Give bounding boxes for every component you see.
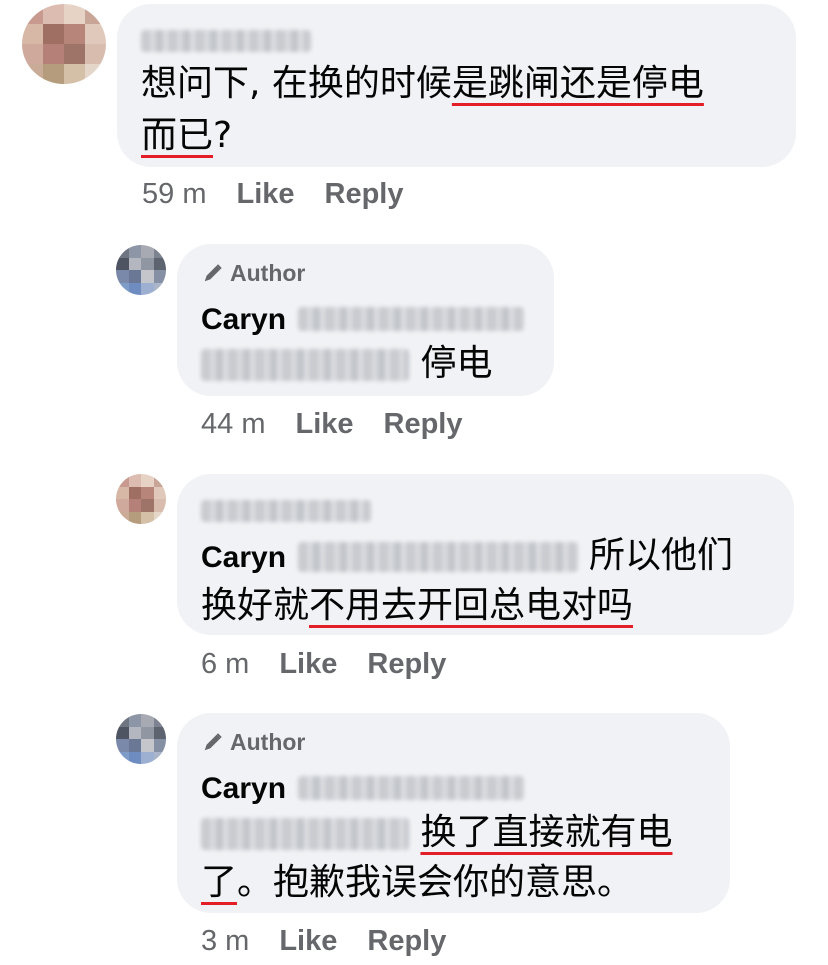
- commenter-name[interactable]: Caryn: [201, 296, 524, 342]
- comment-meta: 3 m Like Reply: [201, 925, 446, 958]
- highlighted-text: 了: [201, 862, 238, 903]
- commenter-name-redacted[interactable]: [141, 30, 311, 52]
- highlighted-text: 而已: [141, 115, 214, 156]
- like-button[interactable]: Like: [295, 408, 353, 440]
- name-redacted: [297, 307, 524, 331]
- comment-text: 停电: [201, 342, 492, 386]
- author-badge: Author: [202, 260, 305, 287]
- mention-name: Caryn: [201, 541, 287, 574]
- pencil-icon: [204, 264, 222, 282]
- commenter-name-redacted[interactable]: [201, 500, 371, 522]
- avatar[interactable]: [116, 245, 166, 295]
- like-button[interactable]: Like: [279, 925, 337, 957]
- avatar[interactable]: [22, 4, 106, 84]
- reply-button[interactable]: Reply: [384, 408, 463, 440]
- reply-button[interactable]: Reply: [325, 178, 404, 210]
- comment-time[interactable]: 44 m: [201, 408, 265, 440]
- name-redacted: [297, 776, 524, 800]
- mention-redacted: [297, 542, 578, 572]
- mention-redacted[interactable]: [201, 349, 409, 381]
- highlighted-text: 换了直接就有电: [420, 812, 673, 853]
- comment-text: Caryn 所以他们: [201, 535, 733, 576]
- comment-time[interactable]: 3 m: [201, 925, 249, 957]
- comment-meta: 59 m Like Reply: [142, 178, 404, 211]
- comment-bubble: Author Caryn 换了直接就有电 了。抱歉我误会你的意思。: [177, 713, 730, 913]
- author-badge: Author: [202, 729, 305, 756]
- highlighted-text: 是跳闸还是停电: [451, 63, 704, 104]
- comment-bubble: Author Caryn 停电: [177, 244, 554, 396]
- comment-time[interactable]: 59 m: [142, 178, 206, 210]
- like-button[interactable]: Like: [279, 648, 337, 680]
- mention-redacted[interactable]: [201, 818, 409, 850]
- avatar[interactable]: [116, 714, 166, 764]
- comment-time[interactable]: 6 m: [201, 648, 249, 680]
- comment-text: 而已?: [141, 115, 233, 156]
- comment-text: 想问下, 在换的时候是跳闸还是停电: [141, 63, 704, 104]
- comment-meta: 6 m Like Reply: [201, 648, 446, 681]
- comment-bubble: Caryn 所以他们 换好就不用去开回总电对吗: [177, 474, 794, 635]
- comment-meta: 44 m Like Reply: [201, 408, 463, 441]
- comment-bubble: 想问下, 在换的时候是跳闸还是停电 而已?: [117, 4, 796, 167]
- like-button[interactable]: Like: [236, 178, 294, 210]
- comment-text: 换好就不用去开回总电对吗: [201, 585, 634, 626]
- comment-text: 了。抱歉我误会你的意思。: [201, 862, 634, 903]
- highlighted-text: 不用去开回总电对吗: [309, 585, 634, 626]
- avatar[interactable]: [116, 474, 166, 524]
- commenter-name[interactable]: Caryn: [201, 765, 524, 811]
- reply-button[interactable]: Reply: [367, 925, 446, 957]
- reply-button[interactable]: Reply: [367, 648, 446, 680]
- comment-text: 换了直接就有电: [201, 811, 672, 855]
- pencil-icon: [204, 733, 222, 751]
